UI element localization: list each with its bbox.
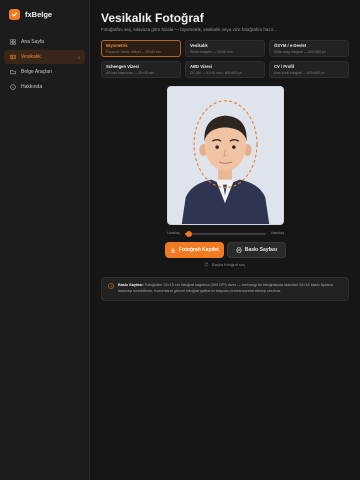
print-page-button[interactable]: Baskı Sayfası [227,242,286,258]
format-card-desc: AB vize başvurusu — 35×45 mm [106,71,155,75]
zoom-control: Uzaklaş Yakınlaş [167,230,284,238]
zoom-out-label: Uzaklaş [167,231,180,235]
choose-another-photo-link[interactable]: Başka fotoğraf seç [204,262,245,267]
photo-preview[interactable] [167,86,284,225]
format-card-desc: Pasaport, kimlik, ehliyet — 50×60 mm [106,50,162,54]
info-icon [10,84,16,90]
format-card-vesikalik[interactable]: Vesikalık Resmi belgeler — 45×60 mm [185,40,265,57]
zoom-in-label: Yakınlaş [270,231,284,235]
format-card-biometric[interactable]: Biyometrik Pasaport, kimlik, ehliyet — 5… [101,40,181,57]
format-options: Biyometrik Pasaport, kimlik, ehliyet — 5… [101,40,349,78]
info-text: Fotoğrafın 10×15 cm fotoğraf kağıdına (3… [118,283,334,293]
format-card-title: Biyometrik [106,43,128,48]
print-page-label: Baskı Sayfası [244,247,278,253]
info-title: Baskı Sayfası: [118,283,144,287]
refresh-icon [204,262,209,267]
format-card-osym[interactable]: ÖSYM / e-Devlet Dijital aday fotoğrafı —… [269,40,349,57]
sidebar-item-vesikalik[interactable]: Vesikalık 3 [4,50,85,64]
sidebar-item-document-tools[interactable]: Belge Araçları [4,65,85,79]
format-card-cv-profile[interactable]: CV / Profil Kare profil fotoğrafı — 600×… [269,61,349,78]
folder-icon [10,70,16,75]
printer-icon [236,247,242,253]
format-card-desc: Dijital aday fotoğrafı — 600×800 px [274,50,326,54]
sidebar-item-home[interactable]: Ana Sayfa [4,35,85,49]
format-card-title: CV / Profil [274,64,295,69]
print-info-box: Baskı Sayfası: Fotoğrafın 10×15 cm fotoğ… [101,277,349,301]
sidebar-item-about[interactable]: Hakkında [4,80,85,94]
sidebar-item-label: Hakkında [21,84,43,90]
format-card-desc: Resmi belgeler — 45×60 mm [190,50,233,54]
format-card-desc: Kare profil fotoğrafı — 600×600 px [274,71,325,75]
zoom-slider[interactable] [185,231,266,237]
zoom-slider-thumb[interactable] [186,231,193,237]
download-icon [170,247,176,253]
id-card-icon [10,54,16,60]
main-content: Vesikalık Fotoğraf Fotoğrafını seç, kıla… [90,0,360,480]
brand-logo-icon [9,9,20,20]
sidebar-item-label: Belge Araçları [21,69,53,75]
format-card-title: ABD Vizesi [190,64,213,69]
sidebar-item-count: 3 [77,54,80,60]
format-card-usa-visa[interactable]: ABD Vizesi DS-160 — 51×51 mm / 600×600 p… [185,61,265,78]
sidebar: fxBelge Ana Sayfa Vesikalık 3 Belge Araç… [0,0,90,480]
format-card-title: ÖSYM / e-Devlet [274,43,307,48]
sidebar-item-label: Vesikalık [21,54,41,60]
format-card-title: Schengen Vizesi [106,64,139,69]
grid-icon [10,39,16,45]
page-subtitle: Fotoğrafını seç, kılavuza göre hizala — … [101,27,277,32]
save-photo-label: Fotoğrafı Kaydet [179,247,219,253]
info-icon [108,283,114,289]
page-title: Vesikalık Fotoğraf [101,11,204,25]
sidebar-item-label: Ana Sayfa [21,39,45,45]
format-card-title: Vesikalık [190,43,208,48]
format-card-schengen[interactable]: Schengen Vizesi AB vize başvurusu — 35×4… [101,61,181,78]
choose-another-photo-label: Başka fotoğraf seç [212,262,246,267]
sidebar-nav: Ana Sayfa Vesikalık 3 Belge Araçları Hak… [4,35,85,95]
brand[interactable]: fxBelge [9,9,52,20]
brand-name: fxBelge [25,10,53,19]
save-photo-button[interactable]: Fotoğrafı Kaydet [165,242,224,258]
format-card-desc: DS-160 — 51×51 mm / 600×600 px [190,71,243,75]
